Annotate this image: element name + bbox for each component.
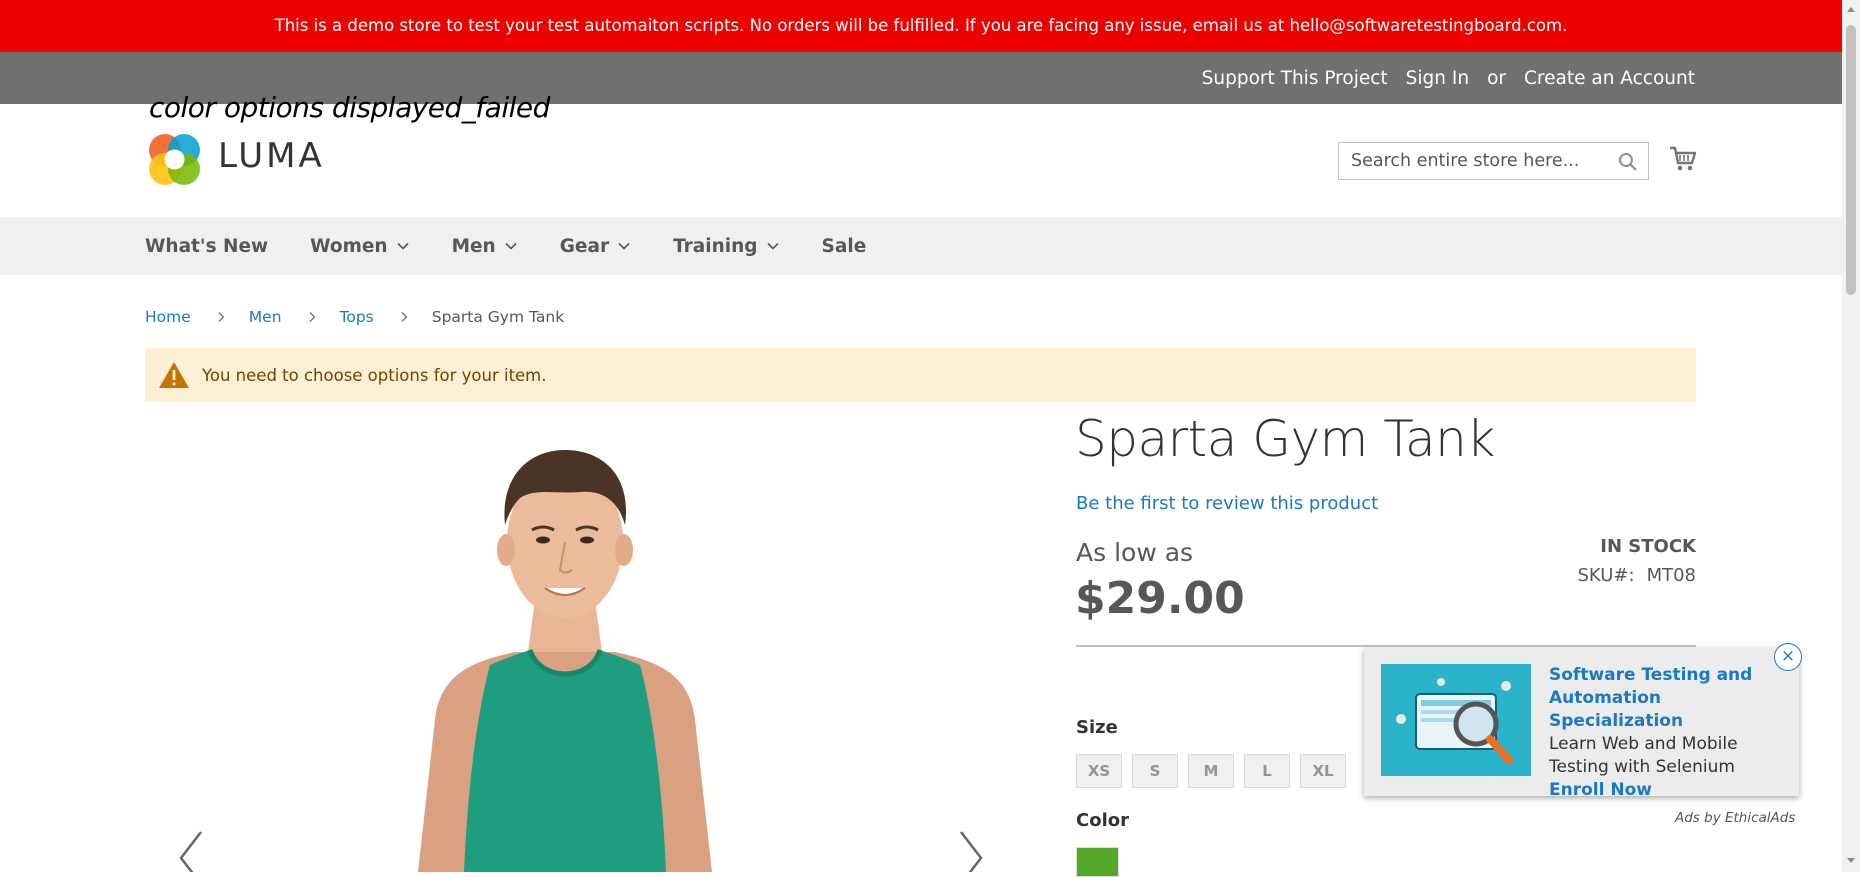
gallery-next-arrow-icon[interactable] [953,828,987,872]
search-box [1338,142,1649,180]
ad-text: Software Testing and Automation Speciali… [1549,664,1787,802]
ad-image[interactable] [1381,664,1531,776]
demo-store-banner-text: This is a demo store to test your test a… [274,16,1568,35]
ad-credit-link[interactable]: Ads by EthicalAds [1675,810,1795,826]
test-result-caption: color options displayed_failed [149,91,550,124]
breadcrumb-tops[interactable]: Tops [340,308,374,326]
ethical-ad: Software Testing and Automation Speciali… [1364,648,1799,800]
sku-value: MT08 [1646,565,1696,586]
header-links: Support This Project Sign In or Create a… [1202,52,1695,104]
nav-item-label: Training [673,235,758,257]
demo-store-banner: This is a demo store to test your test a… [0,0,1842,52]
warning-message: You need to choose options for your item… [145,348,1696,402]
nav-item-men[interactable]: Men [452,236,518,257]
gallery-prev-arrow-icon[interactable] [175,828,209,872]
main-navigation: What's New Women Men Gear Training Sale [0,217,1842,275]
or-separator: or [1487,67,1506,89]
add-review-link[interactable]: Be the first to review this product [1076,493,1378,514]
size-option-label: Size [1076,717,1118,738]
color-option-label: Color [1076,810,1129,831]
ad-body: Learn Web and Mobile Testing with Seleni… [1549,734,1738,777]
size-swatch-l[interactable]: L [1244,754,1290,788]
chevron-down-icon [397,242,409,250]
nav-item-label: Men [451,235,496,257]
warning-message-text: You need to choose options for your item… [202,365,547,385]
size-swatches: XS S M L XL [1076,754,1346,788]
nav-item-whats-new[interactable]: What's New [145,236,268,257]
chevron-right-icon [218,312,225,322]
breadcrumb-men[interactable]: Men [249,308,282,326]
search-icon[interactable] [1618,152,1638,172]
size-swatch-m[interactable]: M [1188,754,1234,788]
logo-wordmark[interactable]: LUMA [218,136,325,176]
luma-logo-icon[interactable] [146,131,203,188]
ad-title-link[interactable]: Software Testing and Automation Speciali… [1549,665,1752,731]
product-sku: SKU#: MT08 [1577,565,1696,586]
nav-item-label: Gear [559,235,610,257]
nav-items: What's New Women Men Gear Training Sale [145,217,908,275]
chevron-down-icon [505,242,517,250]
price-label: As low as [1076,538,1194,567]
chevron-down-icon [618,242,630,250]
price-divider [1076,645,1696,647]
product-image[interactable] [340,420,790,872]
nav-item-label: What's New [145,235,269,257]
nav-item-training[interactable]: Training [673,236,779,257]
nav-item-label: Women [310,235,388,257]
scrollbar[interactable] [1842,0,1860,872]
color-swatch-green[interactable] [1076,847,1119,877]
product-price: $29.00 [1075,573,1245,624]
chevron-down-icon [766,242,779,250]
create-account-link[interactable]: Create an Account [1524,68,1695,89]
stock-status: IN STOCK [1600,536,1696,557]
size-swatch-xs[interactable]: XS [1076,754,1122,788]
breadcrumb-current: Sparta Gym Tank [431,308,565,326]
nav-item-gear[interactable]: Gear [560,236,631,257]
chevron-right-icon [309,312,315,322]
cart-icon[interactable] [1669,145,1697,173]
sku-label: SKU#: [1577,565,1635,586]
scrollbar-thumb[interactable] [1846,25,1856,295]
ad-cta-link[interactable]: Enroll Now [1549,780,1652,800]
size-swatch-xl[interactable]: XL [1300,754,1346,788]
support-project-link[interactable]: Support This Project [1202,68,1388,89]
product-title: Sparta Gym Tank [1075,410,1495,468]
size-swatch-s[interactable]: S [1132,754,1178,788]
scroll-up-arrow-icon[interactable] [1847,6,1855,14]
nav-item-sale[interactable]: Sale [822,236,867,257]
warning-icon [159,362,189,388]
nav-item-label: Sale [821,235,867,257]
chevron-right-icon [401,312,408,322]
search-input[interactable] [1339,143,1609,179]
product-gallery [145,420,1015,872]
sign-in-link[interactable]: Sign In [1406,68,1469,89]
breadcrumb-home[interactable]: Home [145,308,191,326]
close-icon[interactable]: × [1774,643,1802,671]
nav-item-women[interactable]: Women [310,236,409,257]
scroll-down-arrow-icon[interactable] [1847,856,1855,864]
breadcrumb: Home Men Tops Sparta Gym Tank [145,306,564,328]
